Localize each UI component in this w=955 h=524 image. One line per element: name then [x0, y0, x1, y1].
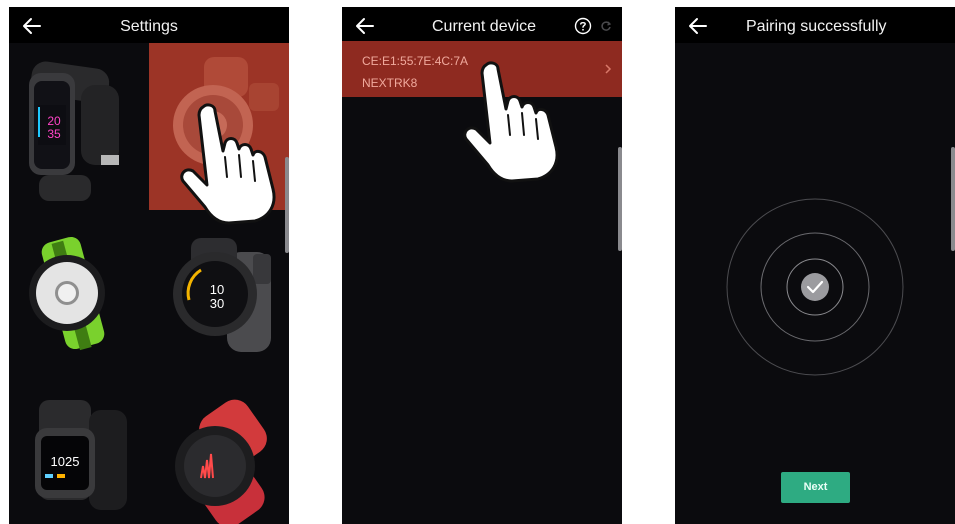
- device-card-square-watch[interactable]: 1025: [9, 370, 149, 524]
- checkmark-icon: [801, 273, 829, 301]
- pairing-topbar: Pairing successfully: [675, 7, 955, 43]
- square-watch-black-image: 1025: [35, 400, 127, 510]
- device-name: NEXTRK8: [362, 76, 418, 90]
- hand-pointer-icon: [180, 103, 276, 225]
- pairing-radar: [726, 198, 904, 376]
- chevron-right-icon: [605, 64, 612, 74]
- round-watch-gray-image: 10 30: [173, 238, 271, 352]
- hand-pointer-icon: [463, 61, 559, 183]
- page-title: Settings: [120, 18, 178, 35]
- svg-text:10: 10: [210, 282, 224, 297]
- refresh-icon[interactable]: [600, 20, 612, 32]
- page-title: Current device: [432, 18, 537, 35]
- svg-text:30: 30: [210, 296, 224, 311]
- device-card-gray-watch[interactable]: 10 30: [149, 210, 289, 370]
- question-circle-icon[interactable]: [574, 17, 592, 35]
- settings-screen: Settings 20 35 10 30 1025: [9, 7, 289, 524]
- current-device-topbar: Current device: [342, 7, 622, 43]
- scrollbar[interactable]: [285, 157, 289, 253]
- device-card-red-watch[interactable]: [149, 370, 289, 524]
- round-watch-green-image: [29, 236, 105, 351]
- device-card-fitness-band[interactable]: 20 35: [9, 43, 149, 210]
- scrollbar[interactable]: [618, 147, 622, 251]
- scrollbar[interactable]: [951, 147, 955, 251]
- svg-text:1025: 1025: [51, 454, 80, 469]
- fitness-band-image: 20 35: [29, 61, 119, 201]
- settings-topbar: Settings: [9, 7, 289, 43]
- arrow-left-icon[interactable]: [685, 13, 711, 39]
- svg-text:20: 20: [47, 114, 61, 128]
- next-button[interactable]: Next: [781, 472, 850, 503]
- svg-text:35: 35: [47, 127, 61, 141]
- device-address: CE:E1:55:7E:4C:7A: [362, 54, 469, 68]
- page-title: Pairing successfully: [746, 18, 887, 35]
- pairing-success-screen: Pairing successfully Next: [675, 7, 955, 524]
- current-device-screen: Current device CE:E1:55:7E:4C:7A NEXTRK8: [342, 7, 622, 524]
- arrow-left-icon[interactable]: [352, 13, 378, 39]
- round-watch-red-image: [175, 399, 267, 524]
- device-card-green-watch[interactable]: [9, 210, 149, 370]
